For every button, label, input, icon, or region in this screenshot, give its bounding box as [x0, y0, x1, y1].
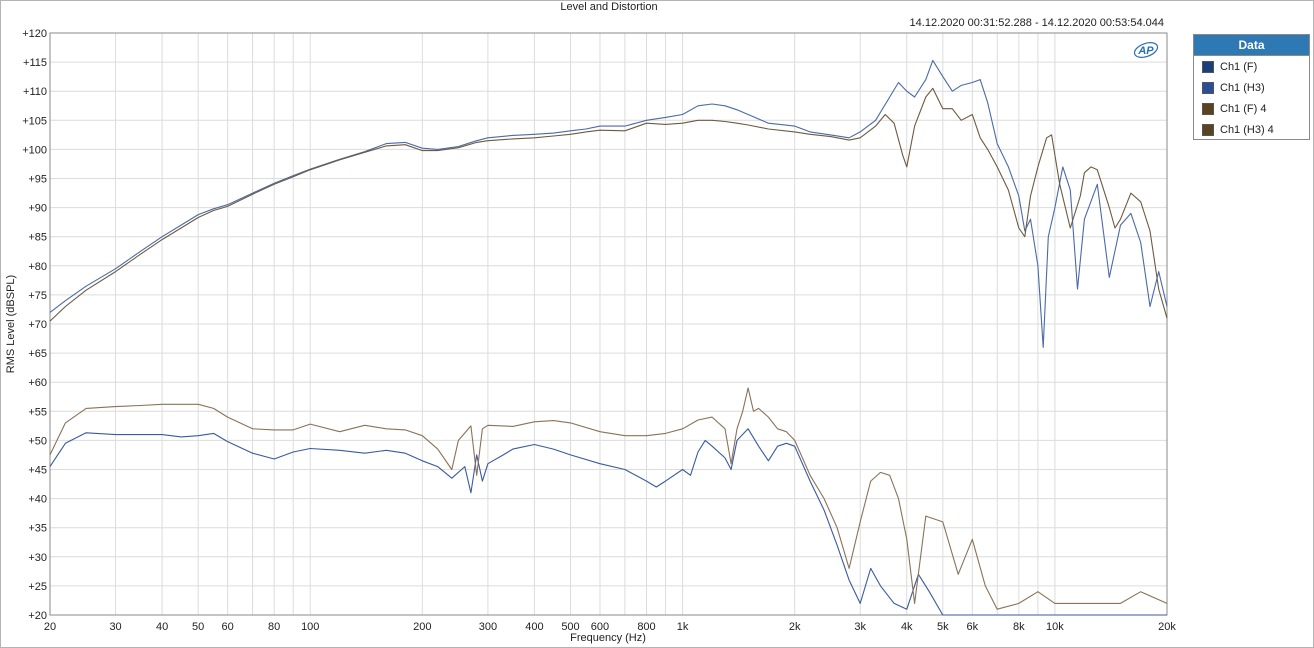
- y-tick-label: +70: [28, 319, 47, 331]
- chart-subtitle: 14.12.2020 00:31:52.288 - 14.12.2020 00:…: [910, 17, 1164, 29]
- legend-label: Ch1 (F) 4: [1220, 102, 1267, 115]
- y-tick-label: +65: [28, 348, 47, 360]
- y-tick-label: +45: [28, 465, 47, 477]
- y-tick-label: +120: [22, 28, 47, 40]
- x-tick-label: 4k: [901, 621, 913, 633]
- legend-item[interactable]: Ch1 (H3) 4: [1194, 119, 1309, 140]
- legend-swatch: [1202, 81, 1214, 94]
- legend-item[interactable]: Ch1 (F) 4: [1194, 98, 1309, 119]
- x-tick-label: 1k: [677, 621, 689, 633]
- x-tick-label: 5k: [937, 621, 949, 633]
- legend-label: Ch1 (H3) 4: [1220, 123, 1274, 136]
- y-tick-label: +55: [28, 406, 47, 418]
- series-line-1: [49, 59, 1168, 348]
- legend: Data Ch1 (F) Ch1 (H3) Ch1 (F) 4 Ch1 (H3) 4: [1193, 34, 1310, 140]
- y-tick-label: +35: [28, 523, 47, 535]
- legend-swatch: [1202, 123, 1214, 136]
- y-tick-label: +80: [28, 261, 47, 273]
- legend-header: Data: [1194, 35, 1309, 56]
- x-tick-label: 3k: [854, 621, 866, 633]
- y-tick-label: +75: [28, 290, 47, 302]
- x-tick-label: 100: [301, 621, 319, 633]
- y-tick-label: +110: [23, 86, 47, 98]
- y-tick-label: +30: [28, 552, 47, 564]
- legend-swatch: [1202, 102, 1214, 115]
- chart-title: Level and Distortion: [560, 1, 657, 13]
- y-tick-label: +40: [28, 494, 47, 506]
- y-tick-label: +115: [23, 57, 47, 69]
- legend-label: Ch1 (H3): [1220, 81, 1265, 94]
- x-tick-label: 300: [479, 621, 497, 633]
- x-tick-label: 20k: [1158, 621, 1176, 633]
- y-axis-ticks: +20+25+30+35+40+45+50+55+60+65+70+75+80+…: [22, 28, 47, 622]
- x-tick-label: 20: [44, 621, 56, 633]
- y-tick-label: +25: [28, 581, 47, 593]
- level-distortion-chart: Level and Distortion 14.12.2020 00:31:52…: [5, 1, 1176, 644]
- x-tick-label: 60: [222, 621, 234, 633]
- x-tick-label: 10k: [1046, 621, 1064, 633]
- x-tick-label: 40: [156, 621, 168, 633]
- y-tick-label: +85: [28, 232, 47, 244]
- y-tick-label: +95: [28, 174, 47, 186]
- legend-swatch: [1202, 60, 1214, 73]
- x-tick-label: 2k: [789, 621, 801, 633]
- x-tick-label: 6k: [967, 621, 979, 633]
- legend-label: Ch1 (F): [1220, 60, 1258, 73]
- x-tick-label: 50: [192, 621, 204, 633]
- x-tick-label: 30: [109, 621, 121, 633]
- y-tick-label: +90: [28, 203, 47, 215]
- legend-item[interactable]: Ch1 (F): [1194, 56, 1309, 77]
- y-tick-label: +105: [22, 115, 47, 127]
- series-line-2: [49, 428, 1167, 616]
- y-tick-label: +60: [28, 377, 47, 389]
- y-axis-label: RMS Level (dBSPL): [5, 275, 17, 373]
- ap-logo-text: AP: [1137, 45, 1154, 57]
- x-tick-label: 200: [413, 621, 431, 633]
- grid: [49, 32, 1168, 616]
- ap-logo-icon: AP: [1133, 42, 1159, 58]
- y-tick-label: +100: [22, 144, 47, 156]
- x-axis-label: Frequency (Hz): [570, 632, 646, 644]
- series-group: [49, 59, 1168, 616]
- x-tick-label: 400: [525, 621, 543, 633]
- x-tick-label: 8k: [1013, 621, 1025, 633]
- x-tick-label: 80: [268, 621, 280, 633]
- y-tick-label: +50: [28, 435, 47, 447]
- series-line-3: [49, 87, 1168, 322]
- legend-item[interactable]: Ch1 (H3): [1194, 77, 1309, 98]
- legend-items: Ch1 (F) Ch1 (H3) Ch1 (F) 4 Ch1 (H3) 4: [1194, 56, 1309, 140]
